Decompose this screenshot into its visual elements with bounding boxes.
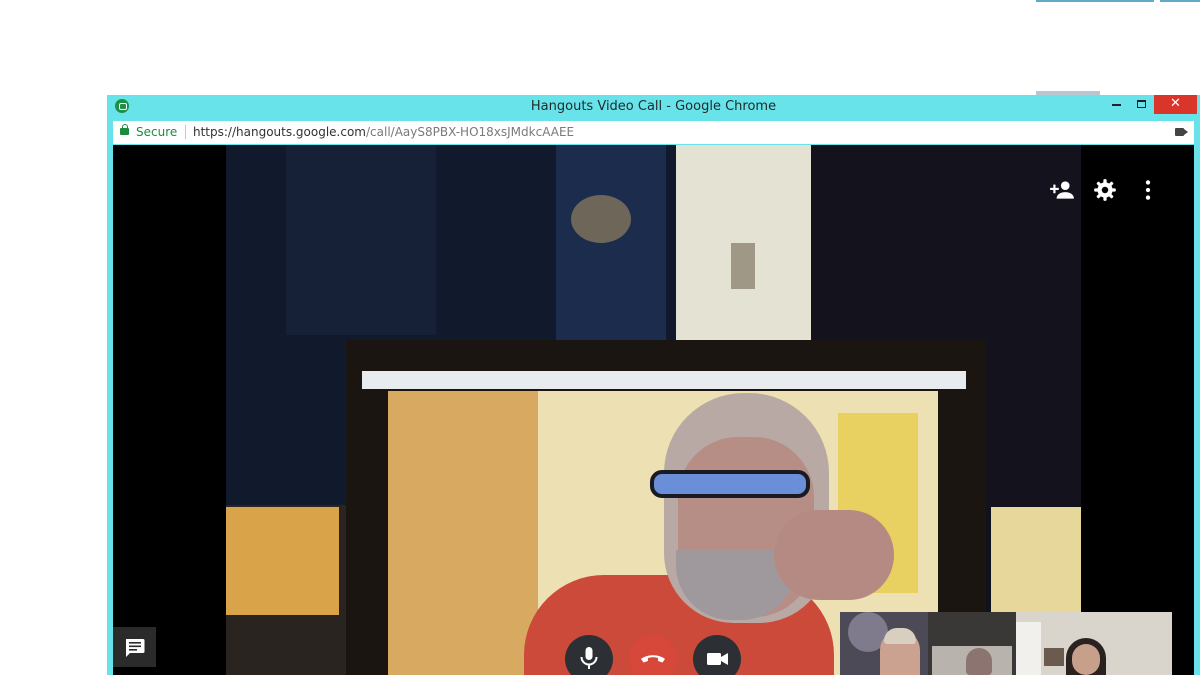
maximize-icon [1137, 100, 1146, 108]
url-host: https://hangouts.google.com [193, 125, 366, 139]
participant-thumbnail[interactable] [928, 612, 1016, 675]
desktop-fragment [1036, 0, 1154, 2]
hangup-icon [641, 655, 665, 663]
main-video [226, 145, 1081, 675]
thumbnail-person [1072, 644, 1100, 675]
microphone-icon [580, 647, 598, 669]
lock-icon [120, 124, 129, 135]
video-person-hand [774, 510, 894, 600]
thumbnail-frame [1044, 648, 1064, 666]
secure-label: Secure [136, 125, 178, 139]
desktop: Hangouts Video Call - Google Chrome ✕ Se… [0, 0, 1200, 675]
video-fixture [571, 195, 631, 243]
thumbnail-hair [884, 628, 916, 644]
gear-icon [1094, 179, 1116, 201]
hangup-button[interactable] [629, 635, 677, 675]
minimize-icon [1112, 104, 1121, 106]
chat-icon [126, 639, 145, 657]
window-title: Hangouts Video Call - Google Chrome [530, 99, 777, 114]
video-shelf-left [226, 507, 339, 615]
video-curtain [388, 391, 538, 675]
settings-button[interactable] [1092, 177, 1118, 203]
chat-button[interactable] [113, 627, 156, 667]
thumbnail-window [1016, 622, 1041, 675]
camera-indicator-icon[interactable] [1175, 128, 1188, 136]
thumbnail-person [966, 648, 992, 675]
maximize-button[interactable] [1129, 95, 1154, 114]
url-path: /call/AayS8PBX-HO18xsJMdkcAAEE [366, 125, 575, 139]
video-person-glasses [650, 470, 810, 498]
call-area [113, 145, 1194, 675]
add-person-button[interactable] [1049, 177, 1075, 203]
close-button[interactable]: ✕ [1154, 95, 1197, 114]
title-bar[interactable]: Hangouts Video Call - Google Chrome ✕ [107, 95, 1200, 120]
video-door [556, 145, 666, 340]
close-icon: ✕ [1170, 96, 1181, 111]
url-field[interactable]: https://hangouts.google.com/call/AayS8PB… [193, 125, 574, 139]
camera-icon [707, 653, 728, 665]
desktop-fragment [1160, 0, 1200, 2]
video-monitor-titlebar [362, 371, 966, 389]
camera-button[interactable] [693, 635, 741, 675]
video-switch [731, 243, 755, 289]
video-shadow [286, 145, 436, 335]
add-person-icon [1050, 181, 1074, 199]
participant-thumbnail[interactable] [1016, 612, 1172, 675]
video-shelf-right [991, 507, 1081, 612]
minimize-button[interactable] [1104, 95, 1129, 114]
microphone-button[interactable] [565, 635, 613, 675]
more-vert-icon [1145, 180, 1151, 200]
more-options-button[interactable] [1135, 177, 1161, 203]
browser-window: Hangouts Video Call - Google Chrome ✕ Se… [107, 95, 1200, 675]
participant-thumbnail[interactable] [840, 612, 928, 675]
address-separator [185, 125, 186, 139]
address-bar[interactable]: Secure https://hangouts.google.com/call/… [113, 121, 1194, 144]
